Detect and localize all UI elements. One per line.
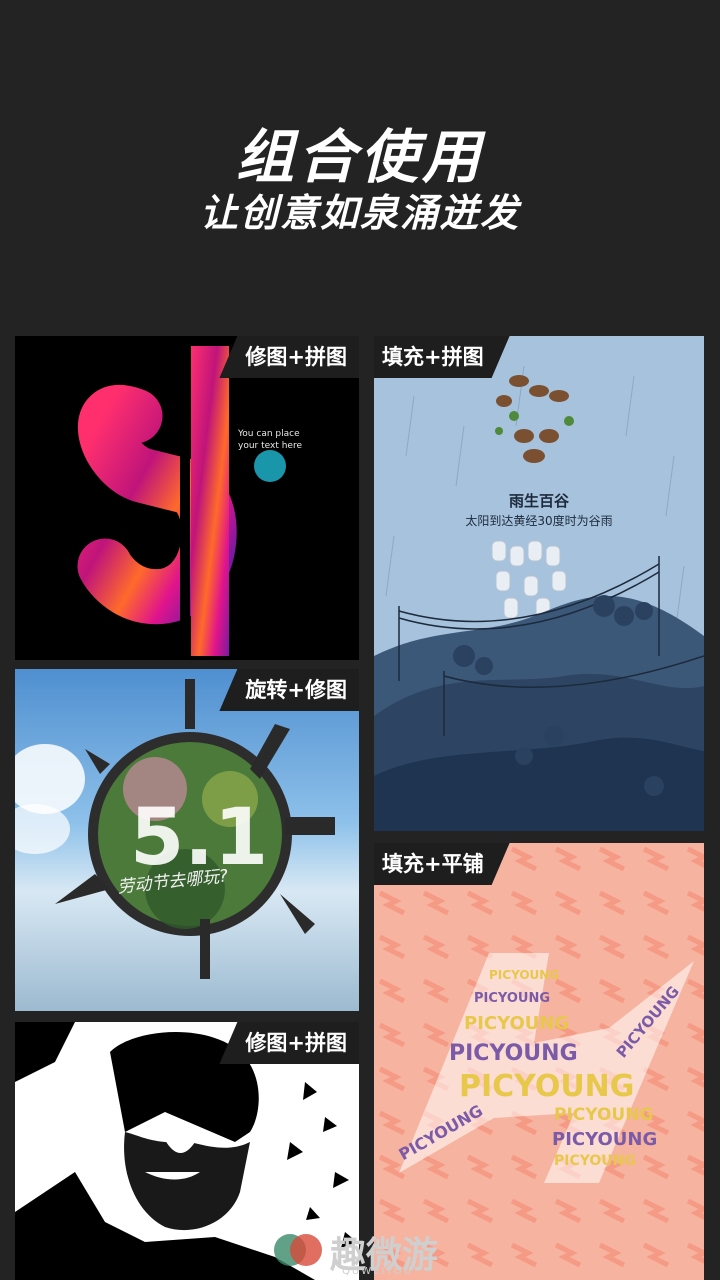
word-cloud-word: PICYOUNG (552, 1129, 658, 1150)
example-card-rotation[interactable]: 5.1 旋转+修图 劳动节去哪玩? (15, 669, 359, 1011)
word-cloud-word: PICYOUNG (464, 1013, 570, 1034)
placeholder-text: You can place your text here (238, 429, 303, 451)
example-card-dollar[interactable]: 修图+拼图 You can place your text here (15, 336, 359, 660)
dollar-artwork (77, 336, 286, 660)
word-cloud-word: PICYOUNG (459, 1069, 635, 1104)
card-label: 填充+平铺 (374, 843, 510, 885)
card-label: 旋转+修图 (219, 669, 359, 711)
card-label: 填充+拼图 (374, 336, 510, 378)
word-cloud-word: PICYOUNG (554, 1105, 654, 1125)
card-label: 修图+拼图 (219, 336, 359, 378)
word-cloud-word: PICYOUNG (474, 991, 551, 1006)
example-card-tile[interactable]: 填充+平铺 PICYOUNG PICYOUNG PICYOUNG PICYOUN… (374, 843, 704, 1280)
page-subtitle: 让创意如泉涌迸发 (199, 191, 520, 235)
card-label: 修图+拼图 (219, 1022, 359, 1064)
word-cloud-word: PICYOUNG (449, 1041, 578, 1066)
poster-heading: 雨生百谷 (508, 492, 569, 510)
watermark-logo-icon (274, 1234, 322, 1266)
landscape-artwork (374, 365, 704, 831)
word-cloud-word: PICYOUNG (489, 968, 560, 982)
example-card-rain[interactable]: 填充+拼图 雨生百谷 太阳到达黄经30度时为谷雨 (374, 336, 704, 831)
poster-caption: 太阳到达黄经30度时为谷雨 (465, 514, 613, 528)
rotation-artwork: 5.1 (15, 679, 335, 979)
watermark-subtext: QUWEIYOU (342, 1266, 414, 1277)
word-cloud-word: PICYOUNG (554, 1153, 636, 1169)
